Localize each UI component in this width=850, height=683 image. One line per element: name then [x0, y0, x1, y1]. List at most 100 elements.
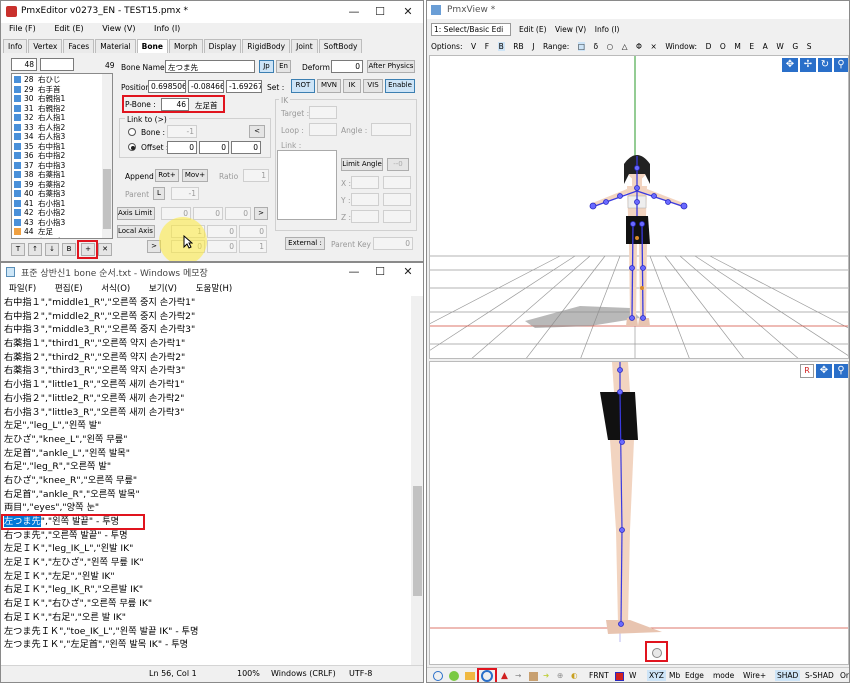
local-y1-input[interactable]: 0 [207, 225, 237, 238]
menu-view[interactable]: View (V) [102, 24, 135, 33]
range-circle-icon[interactable]: ○ [607, 42, 614, 51]
range-clear-icon[interactable]: × [650, 42, 656, 51]
notepad-close-icon[interactable]: ✕ [395, 264, 421, 280]
tab-rigidbody[interactable]: RigidBody [242, 39, 291, 53]
tab-morph[interactable]: Morph [168, 39, 203, 53]
menu-edit[interactable]: Edit (E) [54, 24, 83, 33]
ik-z-max[interactable] [383, 210, 411, 223]
notepad-scrollbar[interactable] [411, 296, 423, 666]
s-shad-button[interactable]: S-SHAD [805, 671, 834, 680]
bone-list-item[interactable]: 44 左足 [12, 227, 112, 237]
notepad-menu-format[interactable]: 서식(O) [101, 284, 130, 294]
notepad-menu-view[interactable]: 보기(V) [149, 284, 177, 294]
ik-link-list[interactable] [277, 150, 337, 220]
notepad-maximize-icon[interactable]: ☐ [367, 264, 393, 280]
range-phi-icon[interactable]: Φ [636, 42, 642, 51]
parent-key-input[interactable]: 0 [373, 237, 413, 250]
side-viewport[interactable]: R ✥ ⚲ [429, 361, 849, 665]
bone-list-item[interactable]: 42 右小指2 [12, 208, 112, 218]
notepad-menu-file[interactable]: 파일(F) [9, 284, 36, 294]
after-physics-button[interactable]: After Physics [367, 60, 415, 73]
tab-softbody[interactable]: SoftBody [318, 39, 363, 53]
morph-icon[interactable]: ➜ [543, 671, 549, 680]
limit-arrow-button[interactable]: --0 [387, 158, 409, 171]
tab-display[interactable]: Display [203, 39, 242, 53]
on-button[interactable]: On [840, 671, 849, 680]
bone-list-item[interactable]: 29 右手首 [12, 85, 112, 95]
window-a[interactable]: A [763, 42, 768, 51]
option-rb[interactable]: RB [513, 42, 523, 51]
option-v[interactable]: V [471, 42, 476, 51]
bone-list-item[interactable]: 43 右小指3 [12, 218, 112, 228]
range-lasso-icon[interactable]: δ [593, 42, 598, 51]
offset-x-input[interactable]: 0 [167, 141, 197, 154]
target-input[interactable] [309, 106, 337, 119]
offset-z-input[interactable]: 0 [231, 141, 261, 154]
tab-info[interactable]: Info [3, 39, 28, 53]
parent-input[interactable]: -1 [171, 187, 199, 200]
bone-list-item[interactable]: 36 右中指2 [12, 151, 112, 161]
option-j[interactable]: J [532, 42, 534, 51]
wire-plus-button[interactable]: Wire+ [743, 671, 766, 680]
tab-bone[interactable]: Bone [136, 39, 168, 53]
deform-input[interactable]: 0 [331, 60, 363, 73]
position-y-input[interactable]: -0.084667 [188, 80, 224, 93]
view-rotate-icon[interactable]: ↻ [818, 58, 832, 72]
bone-list-item[interactable]: 45左ひざ [12, 237, 112, 238]
ik-z-min[interactable] [351, 210, 379, 223]
bone-list-item[interactable]: 34 右人指3 [12, 132, 112, 142]
front-viewport[interactable]: ✥ ✢ ↻ ⚲ [429, 55, 849, 359]
arrow-right-icon[interactable]: → [515, 671, 521, 680]
index-input[interactable]: 48 [11, 58, 37, 71]
window-d[interactable]: D [706, 42, 712, 51]
axis-y-input[interactable]: 0 [193, 207, 223, 220]
side-zoom-icon[interactable]: ⚲ [834, 364, 848, 378]
list-top-button[interactable]: T [11, 243, 25, 256]
notepad-text-area[interactable]: 右中指１","middle1_R","오른쪽 중지 손가락1" 右中指２","mi… [1, 296, 411, 666]
ik-toggle[interactable]: IK [343, 79, 361, 93]
shad-button[interactable]: SHAD [775, 670, 801, 681]
view-move-icon[interactable]: ✥ [782, 58, 798, 72]
list-bottom-button[interactable]: B [62, 243, 76, 256]
loop-input[interactable] [309, 123, 337, 136]
r-button[interactable]: R [800, 364, 814, 378]
view-menu-info[interactable]: Info (I) [595, 25, 620, 34]
bone-list-item[interactable]: 39 右薬指2 [12, 180, 112, 190]
offset-radio[interactable] [128, 143, 136, 151]
triangle-icon[interactable]: ▲ [501, 671, 508, 681]
bone-list-item[interactable]: 32 右人指1 [12, 113, 112, 123]
side-move-icon[interactable]: ✥ [816, 364, 832, 378]
axis-arrow-button[interactable]: > [254, 207, 268, 220]
view-menu-view[interactable]: View (V) [555, 25, 586, 34]
xyz-button[interactable]: XYZ [647, 670, 666, 681]
axis-z-input[interactable]: 0 [225, 207, 251, 220]
cube-icon[interactable] [529, 672, 538, 681]
minimize-icon[interactable]: — [341, 4, 367, 20]
sphere-icon[interactable] [449, 671, 459, 681]
bone-list-item[interactable]: 37 右中指3 [12, 161, 112, 171]
local-axis-button[interactable]: Local Axis : [117, 225, 155, 238]
jp-button[interactable]: Jp [259, 60, 274, 73]
position-z-input[interactable]: -1.692672 [226, 80, 262, 93]
position-x-input[interactable]: 0.6985060 [148, 80, 186, 93]
frnt-button[interactable]: FRNT [589, 671, 609, 680]
window-m[interactable]: M [734, 42, 740, 51]
scroll-thumb[interactable] [103, 169, 111, 229]
tab-faces[interactable]: Faces [63, 39, 95, 53]
tab-vertex[interactable]: Vertex [28, 39, 63, 53]
index-spare-input[interactable] [40, 58, 74, 71]
window-w[interactable]: W [776, 42, 783, 51]
bone-list-item[interactable]: 40 右薬指3 [12, 189, 112, 199]
bone-list-item[interactable]: 31 右親指2 [12, 104, 112, 114]
ik-y-min[interactable] [351, 193, 379, 206]
window-s[interactable]: S [807, 42, 812, 51]
window-o[interactable]: O [720, 42, 726, 51]
local-z1-input[interactable]: 0 [239, 225, 267, 238]
parent-l-button[interactable]: L [153, 187, 165, 200]
delete-bone-button[interactable]: ✕ [98, 243, 112, 256]
range-triangle-icon[interactable]: △ [622, 42, 628, 51]
rot-plus-button[interactable]: Rot+ [155, 169, 179, 182]
window-g[interactable]: G [792, 42, 798, 51]
list-down-button[interactable]: ↓ [45, 243, 59, 256]
list-up-button[interactable]: ↑ [28, 243, 42, 256]
